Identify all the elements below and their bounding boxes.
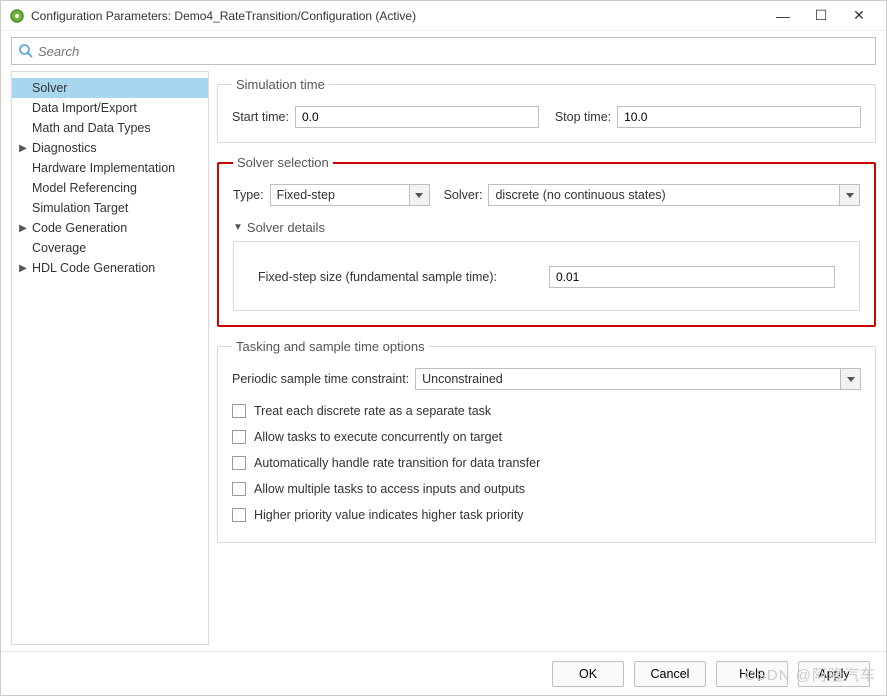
nav-label: Diagnostics [32,141,97,155]
dropdown-icon [409,185,429,205]
check-auto-rate-transition[interactable]: Automatically handle rate transition for… [232,450,861,476]
nav-item-hdl-code-generation[interactable]: ▶ HDL Code Generation [12,258,208,278]
fixed-step-input[interactable] [549,266,835,288]
constraint-label: Periodic sample time constraint: [232,372,409,386]
nav-label: Code Generation [32,221,127,235]
solver-details-body: Fixed-step size (fundamental sample time… [233,241,860,311]
checkbox-icon [232,404,246,418]
help-button[interactable]: Help [716,661,788,687]
search-bar[interactable] [11,37,876,65]
apply-button[interactable]: Apply [798,661,870,687]
stop-time-label: Stop time: [555,110,611,124]
app-icon [9,8,25,24]
check-label: Higher priority value indicates higher t… [254,508,524,522]
nav-item-simulation-target[interactable]: Simulation Target [12,198,208,218]
checkbox-icon [232,482,246,496]
nav-item-hardware-implementation[interactable]: Hardware Implementation [12,158,208,178]
window-title: Configuration Parameters: Demo4_RateTran… [31,9,764,23]
collapse-icon: ▼ [233,222,243,233]
check-label: Allow tasks to execute concurrently on t… [254,430,502,444]
expand-icon: ▶ [18,223,28,234]
bottom-button-bar: OK Cancel Help Apply [1,651,886,695]
type-combo[interactable]: Fixed-step [270,184,430,206]
type-value: Fixed-step [271,188,409,202]
check-label: Allow multiple tasks to access inputs an… [254,482,525,496]
check-higher-priority[interactable]: Higher priority value indicates higher t… [232,502,861,528]
close-button[interactable]: ✕ [840,2,878,30]
nav-item-solver[interactable]: Solver [12,78,208,98]
minimize-button[interactable]: — [764,2,802,30]
content-panel: Simulation time Start time: Stop time: S… [217,71,876,645]
dropdown-icon [840,369,860,389]
start-time-input[interactable] [295,106,539,128]
ok-button[interactable]: OK [552,661,624,687]
solver-details-title: Solver details [247,220,325,235]
type-label: Type: [233,188,264,202]
nav-label: Solver [32,81,67,95]
stop-time-input[interactable] [617,106,861,128]
maximize-button[interactable]: ☐ [802,2,840,30]
cancel-button[interactable]: Cancel [634,661,706,687]
solver-details-toggle[interactable]: ▼ Solver details [233,220,860,235]
checkbox-icon [232,430,246,444]
start-time-label: Start time: [232,110,289,124]
window-controls: — ☐ ✕ [764,2,878,30]
constraint-value: Unconstrained [416,372,840,386]
nav-item-diagnostics[interactable]: ▶ Diagnostics [12,138,208,158]
nav-label: Simulation Target [32,201,128,215]
nav-label: Coverage [32,241,86,255]
search-icon [18,43,34,59]
titlebar: Configuration Parameters: Demo4_RateTran… [1,1,886,31]
group-title: Solver selection [233,155,333,170]
dropdown-icon [839,185,859,205]
nav-label: Model Referencing [32,181,137,195]
solver-combo[interactable]: discrete (no continuous states) [488,184,860,206]
nav-label: Math and Data Types [32,121,151,135]
expand-icon: ▶ [18,143,28,154]
fixed-step-label: Fixed-step size (fundamental sample time… [258,270,497,284]
group-title: Simulation time [232,77,329,92]
nav-label: HDL Code Generation [32,261,155,275]
nav-label: Data Import/Export [32,101,137,115]
main-area: Solver Data Import/Export Math and Data … [1,71,886,651]
nav-item-coverage[interactable]: Coverage [12,238,208,258]
search-input[interactable] [38,44,869,59]
nav-label: Hardware Implementation [32,161,175,175]
expand-icon: ▶ [18,263,28,274]
solver-label: Solver: [444,188,483,202]
nav-item-math-data-types[interactable]: Math and Data Types [12,118,208,138]
checkbox-icon [232,508,246,522]
nav-panel: Solver Data Import/Export Math and Data … [11,71,209,645]
check-label: Treat each discrete rate as a separate t… [254,404,491,418]
tasking-group: Tasking and sample time options Periodic… [217,339,876,543]
nav-item-data-import-export[interactable]: Data Import/Export [12,98,208,118]
nav-item-model-referencing[interactable]: Model Referencing [12,178,208,198]
checkbox-icon [232,456,246,470]
constraint-combo[interactable]: Unconstrained [415,368,861,390]
check-concurrent-target[interactable]: Allow tasks to execute concurrently on t… [232,424,861,450]
solver-value: discrete (no continuous states) [489,188,839,202]
group-title: Tasking and sample time options [232,339,429,354]
check-separate-task[interactable]: Treat each discrete rate as a separate t… [232,398,861,424]
solver-selection-group: Solver selection Type: Fixed-step Solver… [217,155,876,327]
simulation-time-group: Simulation time Start time: Stop time: [217,77,876,143]
nav-item-code-generation[interactable]: ▶ Code Generation [12,218,208,238]
check-multiple-tasks-io[interactable]: Allow multiple tasks to access inputs an… [232,476,861,502]
check-label: Automatically handle rate transition for… [254,456,540,470]
